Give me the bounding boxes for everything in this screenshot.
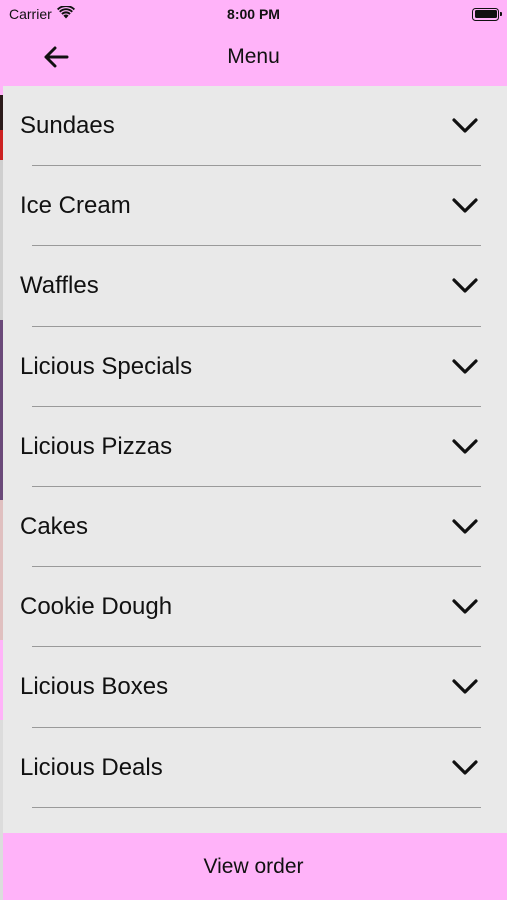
chevron-down-icon[interactable] [451, 437, 479, 457]
navigation-bar: Menu [0, 28, 507, 86]
menu-item-label: Licious Boxes [20, 673, 169, 701]
menu-item-waffles[interactable]: Waffles [3, 246, 507, 327]
menu-item-sundaes[interactable]: Sundaes [3, 86, 507, 167]
wifi-icon [56, 5, 75, 22]
menu-item-label: Waffles [20, 272, 99, 300]
carrier-label: Carrier [9, 6, 52, 22]
menu-item-licious-pizzas[interactable]: Licious Pizzas [3, 407, 507, 488]
battery-level [474, 10, 497, 18]
status-left: Carrier [9, 5, 75, 22]
chevron-down-icon[interactable] [451, 597, 479, 617]
chevron-down-icon[interactable] [451, 677, 479, 697]
background-edge [0, 0, 3, 900]
view-order-button[interactable]: View order [0, 833, 507, 900]
arrow-left-icon [44, 46, 69, 68]
menu-item-label: Sundaes [20, 112, 115, 140]
menu-item-label: Cookie Dough [20, 593, 173, 621]
menu-item-label: Licious Specials [20, 352, 193, 380]
page-title: Menu [227, 45, 280, 68]
menu-item-label: Licious Deals [20, 753, 163, 781]
chevron-down-icon[interactable] [451, 517, 479, 537]
menu-item-label: Licious Pizzas [20, 432, 173, 460]
menu-item-label: Ice Cream [20, 192, 131, 220]
chevron-down-icon[interactable] [451, 116, 479, 136]
menu-item-licious-boxes[interactable]: Licious Boxes [3, 647, 507, 728]
status-bar: Carrier 8:00 PM [0, 0, 507, 28]
menu-item-cakes[interactable]: Cakes [3, 487, 507, 568]
menu-item-licious-specials[interactable]: Licious Specials [3, 327, 507, 407]
menu-category-list: Sundaes Ice Cream Waffles Licious Specia… [3, 86, 507, 833]
status-time: 8:00 PM [227, 6, 280, 22]
menu-item-label: Cakes [20, 513, 89, 541]
battery-icon [472, 7, 502, 21]
back-button[interactable] [40, 41, 72, 73]
chevron-down-icon[interactable] [451, 196, 479, 216]
chevron-down-icon[interactable] [451, 758, 479, 778]
menu-item-cookie-dough[interactable]: Cookie Dough [3, 567, 507, 648]
chevron-down-icon[interactable] [451, 357, 479, 377]
menu-item-licious-deals[interactable]: Licious Deals [3, 728, 507, 808]
menu-item-ice-cream[interactable]: Ice Cream [3, 166, 507, 247]
chevron-down-icon[interactable] [451, 276, 479, 296]
view-order-label: View order [203, 854, 304, 878]
